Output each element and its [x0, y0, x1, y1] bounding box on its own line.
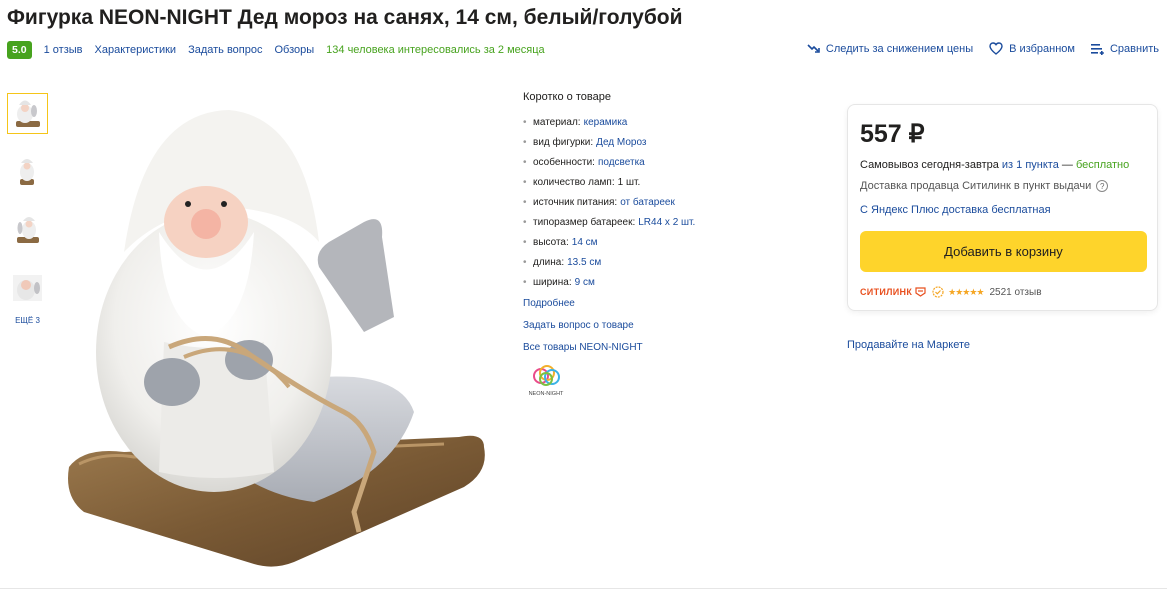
seller-logo-icon: [915, 287, 926, 297]
reviews-link[interactable]: 1 отзыв: [44, 44, 83, 56]
bullet: •: [523, 216, 527, 228]
spec-key: ширина:: [533, 276, 572, 288]
spec-value-link[interactable]: 14 см: [572, 237, 598, 248]
thumbnail-image: [16, 100, 40, 127]
bullet: •: [523, 176, 527, 188]
plus-delivery-link[interactable]: С Яндекс Плюс доставка бесплатная: [860, 204, 1051, 216]
spec-item: • особенности: подсветка: [523, 152, 823, 172]
thumbnail-image: [13, 275, 42, 301]
spec-key: особенности:: [533, 156, 595, 168]
spec-value-link[interactable]: LR44 x 2 шт.: [638, 217, 695, 228]
pickup-info: Самовывоз сегодня-завтра из 1 пункта — б…: [860, 159, 1129, 171]
spec-key: типоразмер батареек:: [533, 216, 636, 228]
spec-value-link[interactable]: 9 см: [575, 277, 595, 288]
bullet: •: [523, 196, 527, 208]
pickup-prefix: Самовывоз сегодня-завтра: [860, 159, 999, 171]
thumbnail-image: [20, 159, 34, 185]
thumbnail-4[interactable]: [7, 267, 48, 308]
spec-item: • ширина: 9 см: [523, 272, 823, 292]
pickup-cost: бесплатно: [1075, 159, 1130, 171]
brand-logo-text: NEON-NIGHT: [529, 391, 564, 397]
seller-name-link[interactable]: СИТИЛИНК: [860, 287, 912, 297]
heart-icon: [989, 42, 1003, 55]
favorite-button[interactable]: В избранном: [989, 42, 1075, 55]
offer-card: 557 ₽ Самовывоз сегодня-завтра из 1 пунк…: [847, 104, 1158, 311]
compare-button[interactable]: Сравнить: [1090, 42, 1159, 55]
thumbnail-2[interactable]: [7, 151, 48, 192]
spec-value-link[interactable]: керамика: [584, 117, 628, 128]
bullet: •: [523, 236, 527, 248]
product-photo: [68, 110, 485, 567]
spec-item: • материал: керамика: [523, 112, 823, 132]
favorite-label: В избранном: [1009, 42, 1075, 55]
bullet: •: [523, 136, 527, 148]
spec-item: • количество ламп: 1 шт.: [523, 172, 823, 192]
thumbnail-3[interactable]: [7, 209, 48, 250]
spec-value: 1 шт.: [617, 176, 641, 188]
bottom-divider: [0, 588, 1167, 589]
spec-item: • источник питания: от батареек: [523, 192, 823, 212]
spec-key: источник питания:: [533, 196, 618, 208]
spec-item: • вид фигурки: Дед Мороз: [523, 132, 823, 152]
bullet: •: [523, 276, 527, 288]
pickup-points-link[interactable]: из 1 пункта: [1002, 159, 1059, 171]
delivery-text: Доставка продавца Ситилинк в пункт выдач…: [860, 180, 1092, 192]
spec-value-link[interactable]: от батареек: [620, 197, 675, 208]
spec-value-link[interactable]: Дед Мороз: [596, 137, 646, 148]
bullet: •: [523, 256, 527, 268]
spec-value-link[interactable]: 13.5 см: [567, 257, 601, 268]
spec-item: • длина: 13.5 см: [523, 252, 823, 272]
brand-logo[interactable]: NEON-NIGHT: [523, 364, 569, 398]
spec-key: длина:: [533, 256, 565, 268]
track-price-label: Следить за снижением цены: [825, 42, 974, 55]
seller-row: СИТИЛИНК ★★★★★ 2521 отзыв: [860, 286, 1042, 298]
more-photos-link[interactable]: ЕЩЁ 3: [7, 316, 48, 325]
rating-badge: 5.0: [7, 41, 32, 59]
track-price-button[interactable]: Следить за снижением цены: [807, 42, 973, 55]
overviews-link[interactable]: Обзоры: [274, 44, 314, 56]
add-to-cart-button[interactable]: Добавить в корзину: [860, 231, 1147, 272]
product-meta-row: 5.0 1 отзыв Характеристики Задать вопрос…: [7, 41, 545, 59]
seller-rating-stars: ★★★★★: [948, 286, 984, 297]
seller-reviews-count[interactable]: 2521 отзыв: [989, 287, 1041, 298]
spec-value-link[interactable]: подсветка: [598, 157, 645, 168]
sell-on-market-link[interactable]: Продавайте на Маркете: [847, 339, 970, 351]
spec-key: количество ламп:: [533, 176, 615, 188]
thumbnail-1[interactable]: [7, 93, 48, 134]
compare-label: Сравнить: [1109, 42, 1159, 55]
spec-key: вид фигурки:: [533, 136, 594, 148]
product-title: Фигурка NEON-NIGHT Дед мороз на санях, 1…: [7, 6, 683, 29]
delivery-info: Доставка продавца Ситилинк в пункт выдач…: [860, 180, 1109, 192]
spec-key: материал:: [533, 116, 581, 128]
verified-seller-icon: [932, 286, 944, 298]
interest-counter: 134 человека интересовались за 2 месяца: [326, 44, 545, 56]
product-main-image: [64, 92, 504, 572]
summary-title: Коротко о товаре: [523, 91, 611, 103]
spec-item: • высота: 14 см: [523, 232, 823, 252]
help-icon[interactable]: ?: [1096, 180, 1109, 192]
spec-key: высота:: [533, 236, 569, 248]
bullet: •: [523, 156, 527, 168]
all-brand-products-link[interactable]: Все товары NEON-NIGHT: [523, 336, 823, 358]
specs-link[interactable]: Характеристики: [95, 44, 177, 56]
neon-night-logo-icon: NEON-NIGHT: [529, 365, 564, 397]
bullet: •: [523, 116, 527, 128]
spec-item: • типоразмер батареек: LR44 x 2 шт.: [523, 212, 823, 232]
price: 557 ₽: [860, 120, 925, 148]
thumbnail-image: [17, 217, 39, 243]
ask-question-link[interactable]: Задать вопрос: [188, 44, 262, 56]
thumbnail-gallery: ЕЩЁ 3: [7, 93, 48, 325]
ask-about-product-link[interactable]: Задать вопрос о товаре: [523, 314, 823, 336]
more-details-link[interactable]: Подробнее: [523, 292, 823, 314]
pickup-dash: —: [1061, 159, 1073, 171]
product-summary: Коротко о товаре • материал: керамика • …: [523, 91, 823, 398]
compare-icon: [1090, 43, 1104, 55]
product-actions: Следить за снижением цены В избранном Ср…: [791, 42, 1159, 55]
price-down-icon: [807, 44, 820, 53]
